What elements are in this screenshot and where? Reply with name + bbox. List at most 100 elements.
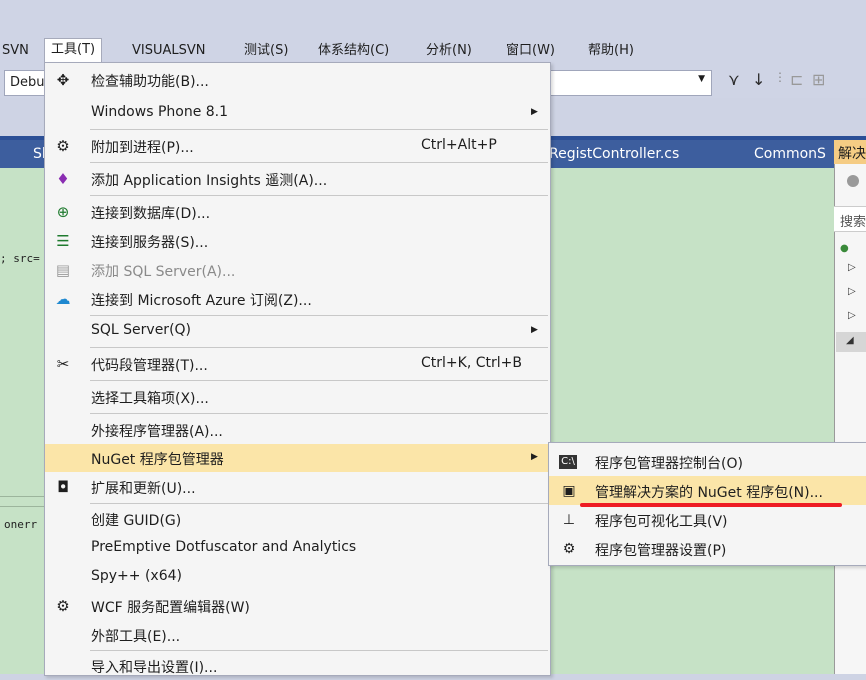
step-into-icon[interactable]: ↓ — [752, 70, 765, 89]
menu-item-wcf-editor[interactable]: ⚙ WCF 服务配置编辑器(W) — [45, 592, 550, 620]
submenu-item-label: 程序包管理器设置(P) — [595, 543, 727, 559]
menu-item-connect-server[interactable]: ☰ 连接到服务器(S)... — [45, 227, 550, 255]
menu-item-label: 代码段管理器(T)... — [91, 358, 208, 374]
code-fragment-onerr: onerr — [4, 518, 38, 531]
submenu-arrow-icon: ▶ — [531, 452, 538, 462]
menu-separator — [90, 413, 548, 414]
menu-item-dotfuscator[interactable]: PreEmptive Dotfuscator and Analytics — [45, 534, 550, 562]
menu-separator — [90, 650, 548, 651]
menu-item-connect-database[interactable]: ⊕ 连接到数据库(D)... — [45, 198, 550, 226]
menu-item-label: 附加到进程(P)... — [91, 140, 194, 156]
annotation-underline — [580, 503, 842, 507]
align-left-icon[interactable]: ⊏ — [790, 70, 803, 89]
menu-separator — [90, 315, 548, 316]
align-grid-icon[interactable]: ⊞ — [812, 70, 825, 89]
menu-item-label: 外接程序管理器(A)... — [91, 424, 223, 440]
submenu-arrow-icon: ▶ — [531, 107, 538, 117]
solution-node-icon[interactable]: ● — [840, 243, 849, 254]
menu-item-label: WCF 服务配置编辑器(W) — [91, 600, 250, 616]
nuget-package-icon: ▣ — [562, 483, 576, 499]
solution-config-combo[interactable]: Debu — [4, 70, 47, 96]
menu-help[interactable]: 帮助(H) — [582, 40, 640, 61]
menu-item-label: SQL Server(Q) — [91, 322, 192, 338]
solution-explorer-header[interactable]: 解决 — [834, 140, 866, 164]
menu-test[interactable]: 测试(S) — [238, 40, 294, 61]
submenu-item-console[interactable]: C:\ 程序包管理器控制台(O) — [549, 447, 866, 476]
menu-item-label: 导入和导出设置(I)... — [91, 660, 218, 676]
solution-explorer-title: 解决 — [838, 146, 866, 162]
menu-item-label: 外部工具(E)... — [91, 629, 181, 645]
menu-item-spy[interactable]: Spy++ (x64) — [45, 563, 550, 591]
menu-item-label: 创建 GUID(G) — [91, 513, 182, 529]
submenu-item-label: 程序包管理器控制台(O) — [595, 456, 743, 472]
tree-expand-icon[interactable]: ▷ — [848, 310, 856, 321]
menu-item-extensions[interactable]: ◘ 扩展和更新(U)... — [45, 473, 550, 501]
menu-analyze[interactable]: 分析(N) — [420, 40, 478, 61]
back-icon[interactable] — [847, 175, 859, 187]
menu-separator — [90, 162, 548, 163]
menu-svn[interactable]: SVN — [0, 40, 35, 61]
tab-common[interactable]: CommonS — [754, 146, 826, 162]
menu-item-label: 选择工具箱项(X)... — [91, 391, 209, 407]
menu-item-windows-phone[interactable]: Windows Phone 8.1 ▶ — [45, 99, 550, 127]
menu-separator — [90, 503, 548, 504]
menu-item-shortcut: Ctrl+K, Ctrl+B — [421, 355, 522, 371]
merge-icon[interactable]: ⋎ — [728, 70, 740, 89]
editor-divider — [0, 496, 44, 497]
menu-architecture[interactable]: 体系结构(C) — [312, 40, 395, 61]
code-fragment-src: ; src= — [0, 252, 40, 265]
toolbar-grip-icon: ⋮ — [774, 70, 786, 84]
menu-item-sql-server[interactable]: SQL Server(Q) ▶ — [45, 317, 550, 345]
menu-item-label: 连接到 Microsoft Azure 订阅(Z)... — [91, 293, 312, 309]
menubar: SVN 工具(T) VISUALSVN 测试(S) 体系结构(C) 分析(N) … — [0, 36, 866, 64]
solution-search-input[interactable]: 搜索 — [834, 206, 866, 232]
connect-database-icon: ⊕ — [56, 203, 70, 221]
tools-menu: ✥ 检查辅助功能(B)... Windows Phone 8.1 ▶ ⚙ 附加到… — [44, 62, 551, 676]
connect-server-icon: ☰ — [56, 232, 70, 250]
menu-item-import-export[interactable]: 导入和导出设置(I)... — [45, 652, 550, 680]
menu-item-label: PreEmptive Dotfuscator and Analytics — [91, 539, 357, 555]
tab-regist-controller[interactable]: RegistController.cs — [549, 146, 679, 162]
azure-cloud-icon: ☁ — [55, 290, 71, 308]
menu-separator — [90, 195, 548, 196]
submenu-item-label: 管理解决方案的 NuGet 程序包(N)... — [595, 485, 823, 501]
menu-tools[interactable]: 工具(T) — [44, 38, 103, 63]
snippet-manager-icon: ✂ — [56, 355, 70, 373]
tree-collapse-icon[interactable]: ◢ — [846, 335, 854, 346]
insights-icon: ♦ — [56, 170, 70, 188]
menu-item-choose-toolbox[interactable]: 选择工具箱项(X)... — [45, 383, 550, 411]
tree-selected-row[interactable]: ◢ — [836, 332, 866, 352]
menu-item-label: 连接到数据库(D)... — [91, 206, 211, 222]
menu-item-create-guid[interactable]: 创建 GUID(G) — [45, 505, 550, 533]
accessibility-checker-icon: ✥ — [56, 71, 70, 89]
menu-item-accessibility-checker[interactable]: ✥ 检查辅助功能(B)... — [45, 66, 550, 94]
solution-search-placeholder: 搜索 — [840, 215, 866, 230]
menu-item-addin-manager[interactable]: 外接程序管理器(A)... — [45, 416, 550, 444]
menu-item-label: 添加 Application Insights 遥测(A)... — [91, 173, 328, 189]
menu-item-snippet-manager[interactable]: ✂ 代码段管理器(T)... Ctrl+K, Ctrl+B — [45, 350, 550, 378]
menu-window[interactable]: 窗口(W) — [500, 40, 561, 61]
menu-item-add-sql-server[interactable]: ▤ 添加 SQL Server(A)... — [45, 256, 550, 284]
menu-item-external-tools[interactable]: 外部工具(E)... — [45, 621, 550, 649]
settings-gear-icon: ⚙ — [562, 541, 576, 557]
wcf-config-icon: ⚙ — [56, 597, 70, 615]
menu-separator — [90, 129, 548, 130]
submenu-item-label: 程序包可视化工具(V) — [595, 514, 728, 530]
submenu-item-manage-nuget[interactable]: ▣ 管理解决方案的 NuGet 程序包(N)... — [549, 476, 866, 505]
tree-expand-icon[interactable]: ▷ — [848, 286, 856, 297]
platform-combo[interactable]: ▼ — [550, 70, 712, 96]
menu-item-attach-process[interactable]: ⚙ 附加到进程(P)... Ctrl+Alt+P — [45, 132, 550, 160]
menu-item-label: 检查辅助功能(B)... — [91, 74, 209, 90]
menu-separator — [90, 347, 548, 348]
attach-process-icon: ⚙ — [56, 137, 70, 155]
chevron-down-icon: ▼ — [698, 74, 705, 84]
tree-expand-icon[interactable]: ▷ — [848, 262, 856, 273]
submenu-item-settings[interactable]: ⚙ 程序包管理器设置(P) — [549, 534, 866, 563]
submenu-item-visualizer[interactable]: ⊥ 程序包可视化工具(V) — [549, 505, 866, 534]
menu-item-connect-azure[interactable]: ☁ 连接到 Microsoft Azure 订阅(Z)... — [45, 285, 550, 313]
visualizer-icon: ⊥ — [562, 512, 576, 528]
menu-visualsvn[interactable]: VISUALSVN — [126, 40, 212, 61]
menu-item-shortcut: Ctrl+Alt+P — [421, 137, 497, 153]
menu-item-app-insights[interactable]: ♦ 添加 Application Insights 遥测(A)... — [45, 165, 550, 193]
menu-item-nuget[interactable]: NuGet 程序包管理器 ▶ — [45, 444, 550, 472]
